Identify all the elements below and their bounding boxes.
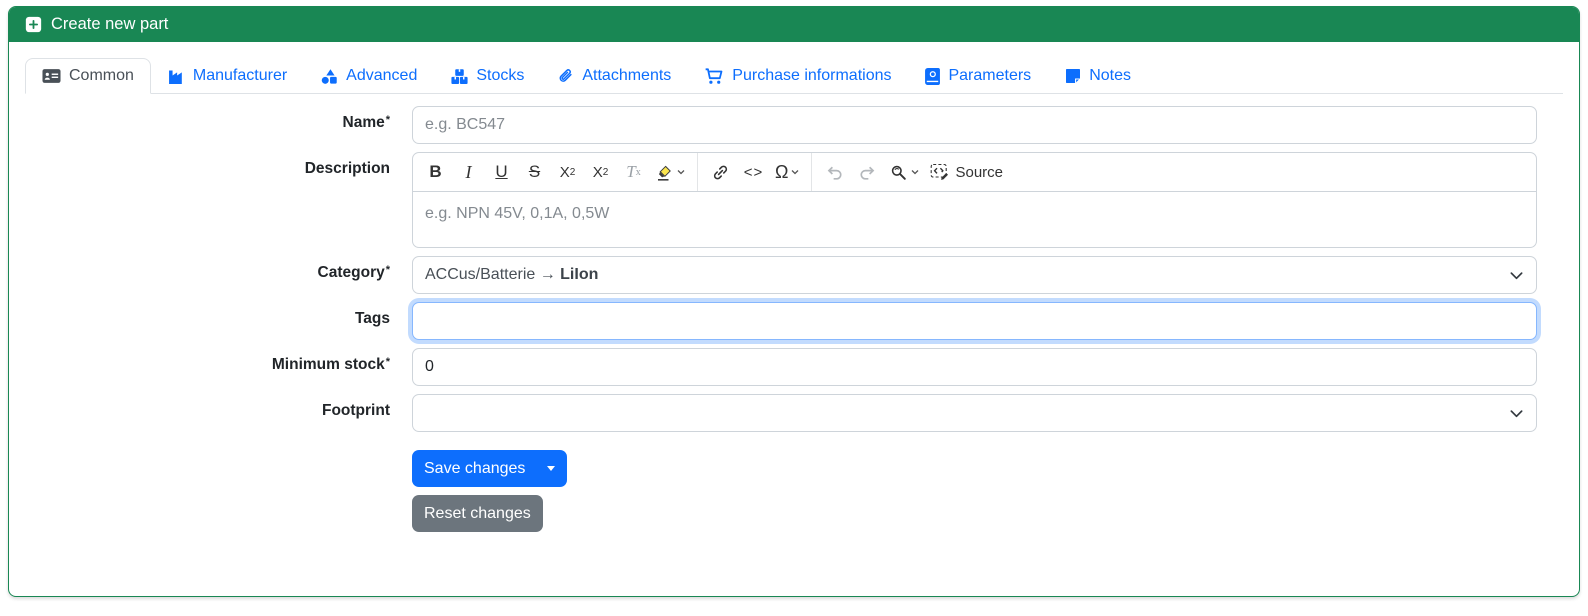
source-button[interactable]: Source [926,156,1007,188]
description-placeholder: e.g. NPN 45V, 0,1A, 0,5W [425,205,610,222]
tab-purchase-informations[interactable]: Purchase informations [688,58,908,94]
tab-label: Advanced [346,67,418,84]
chevron-down-icon [1510,272,1523,280]
caret-down-icon[interactable] [547,466,556,471]
redo-icon [860,166,875,180]
rich-text-editor: B I U S X2 X2 Tx <> Ω Source e.g. NPN 45… [412,152,1537,248]
tab-notes[interactable]: Notes [1048,58,1148,94]
footprint-row: Footprint [25,394,1563,432]
toolbar-separator [697,153,698,191]
chevron-down-icon [677,170,685,175]
tab-stocks[interactable]: Stocks [434,58,541,94]
tab-label: Parameters [948,67,1032,84]
editor-toolbar: B I U S X2 X2 Tx <> Ω Source [412,152,1537,192]
tags-row: Tags [25,302,1563,340]
save-changes-button[interactable]: Save changes [412,450,568,487]
strikethrough-button[interactable]: S [519,156,550,188]
find-replace-icon [892,165,907,180]
form-actions: Save changes Reset changes [412,450,1563,532]
italic-button[interactable]: I [453,156,484,188]
name-input[interactable] [412,106,1537,144]
tab-common[interactable]: Common [25,58,151,94]
chevron-down-icon [792,170,799,175]
subscript-button[interactable]: X2 [552,156,583,188]
tab-label: Common [69,67,134,84]
id-card-icon [42,69,61,83]
shopping-cart-icon [705,67,723,84]
remove-format-button[interactable]: Tx [618,156,649,188]
card-header: Create new part [9,7,1579,42]
footprint-label: Footprint [321,402,390,419]
reset-changes-button[interactable]: Reset changes [412,495,543,532]
source-button-label: Source [955,163,1003,181]
category-label: Category* [317,264,390,281]
required-marker: * [385,114,390,126]
description-editable[interactable]: e.g. NPN 45V, 0,1A, 0,5W [412,192,1537,248]
shapes-icon [321,68,337,84]
highlight-button[interactable] [651,156,690,188]
factory-icon [168,69,182,84]
link-icon [713,165,728,179]
description-row: Description B I U S X2 X2 Tx <> Ω Source… [25,152,1563,248]
name-label: Name* [342,114,391,131]
code-button[interactable]: <> [738,156,769,188]
tab-label: Attachments [582,67,672,84]
redo-button[interactable] [852,156,883,188]
tags-label: Tags [354,310,390,327]
required-marker: * [385,264,390,276]
toolbar-separator [811,153,813,191]
plus-square-icon [25,16,42,33]
link-button[interactable] [705,156,736,188]
tags-input[interactable] [412,302,1537,340]
minimum-stock-label: Minimum stock* [271,356,390,373]
category-select[interactable]: ACCus/Batterie → LiIon [412,256,1537,294]
chevron-down-icon [912,170,919,175]
card-body: Common Manufacturer Advanced Stocks Atta… [9,42,1579,596]
minimum-stock-row: Minimum stock* [25,348,1563,386]
boxes-stacked-icon [451,68,468,84]
create-part-card: Create new part Common Manufacturer Adva… [8,6,1580,597]
paperclip-icon [559,68,573,82]
footprint-select[interactable] [412,394,1537,432]
required-marker: * [385,356,390,368]
undo-icon [828,166,843,180]
book-icon [925,67,941,85]
tab-label: Purchase informations [732,67,892,84]
undo-button[interactable] [819,156,850,188]
tab-label: Manufacturer [192,67,288,84]
sticky-note-icon [1066,69,1081,83]
tab-label: Stocks [476,67,525,84]
special-characters-button[interactable]: Ω [771,156,804,188]
underline-button[interactable]: U [486,156,517,188]
bold-button[interactable]: B [420,156,451,188]
tab-advanced[interactable]: Advanced [304,58,434,94]
category-value: ACCus/Batterie → LiIon [425,266,599,283]
page-title: Create new part [51,15,169,33]
highlighter-icon [658,165,671,181]
category-row: Category* ACCus/Batterie → LiIon [25,256,1563,294]
name-row: Name* [25,106,1563,144]
find-replace-button[interactable] [885,156,924,188]
tab-bar: Common Manufacturer Advanced Stocks Atta… [25,58,1563,94]
tab-parameters[interactable]: Parameters [908,58,1048,94]
tab-attachments[interactable]: Attachments [541,58,688,94]
description-label: Description [304,160,390,177]
tab-manufacturer[interactable]: Manufacturer [151,58,304,94]
superscript-button[interactable]: X2 [585,156,616,188]
minimum-stock-input[interactable] [412,348,1537,386]
tab-label: Notes [1089,67,1131,84]
chevron-down-icon [1510,410,1523,418]
source-icon [931,163,949,180]
